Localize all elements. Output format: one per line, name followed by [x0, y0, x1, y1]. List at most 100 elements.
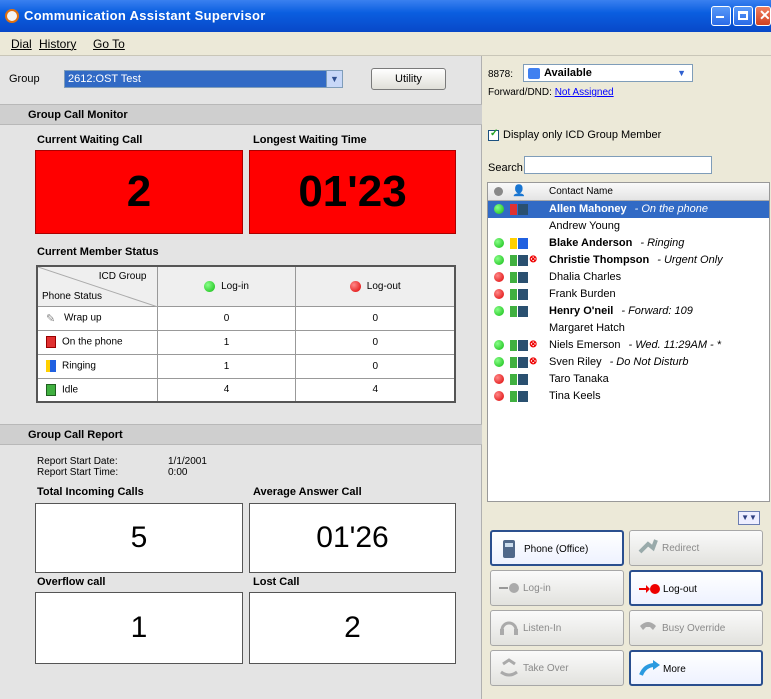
contact-name-header[interactable]: Contact Name — [549, 186, 613, 197]
contact-status-note: - On the phone — [634, 203, 709, 215]
minimize-button[interactable] — [711, 6, 731, 26]
logout-count: 0 — [295, 353, 456, 379]
window-title: Communication Assistant Supervisor — [24, 8, 266, 23]
contact-name: Andrew Young — [549, 220, 620, 232]
more-arrow-icon — [639, 659, 660, 679]
busy-override-icon — [638, 618, 658, 638]
menu-history[interactable]: History — [39, 37, 76, 51]
phone-status-icon — [510, 374, 528, 385]
phone-status-icon: ⊗ — [510, 356, 537, 368]
log-in-button[interactable]: Log-in — [490, 570, 624, 606]
app-logo-icon — [5, 9, 19, 23]
contact-entry: Andrew Young — [549, 220, 620, 232]
contact-row[interactable]: ⊗ Niels Emerson - Wed. 11:29AM - * — [488, 337, 769, 354]
contact-row[interactable]: Frank Burden — [488, 286, 769, 303]
contact-row[interactable]: Tina Keels — [488, 388, 769, 405]
contact-row[interactable]: Andrew Young — [488, 218, 769, 235]
close-button[interactable]: ✕ — [755, 6, 771, 26]
menu-go-to[interactable]: Go To — [93, 37, 125, 51]
contact-list: 👤 Contact Name Allen Mahoney - On the pho… — [487, 182, 770, 502]
busy-override-button[interactable]: Busy Override — [629, 610, 763, 646]
redirect-icon — [638, 538, 658, 558]
online-dot-icon — [204, 280, 216, 292]
online-dot-icon — [494, 340, 504, 350]
phone-office-button[interactable]: Phone (Office) — [490, 530, 624, 566]
row-status-label: Wrap up — [64, 312, 102, 324]
chevron-down-icon[interactable]: ▼ — [326, 71, 342, 87]
checkbox[interactable]: ✓ — [488, 128, 499, 141]
take-over-button[interactable]: Take Over — [490, 650, 624, 686]
redirect-button[interactable]: Redirect — [629, 530, 763, 566]
contact-row[interactable]: Taro Tanaka — [488, 371, 769, 388]
contact-name: Frank Burden — [549, 288, 616, 300]
offline-dot-icon — [349, 280, 361, 292]
forward-dnd-link[interactable]: Not Assigned — [555, 87, 614, 98]
busy-override-label: Busy Override — [662, 623, 726, 634]
online-dot-icon — [494, 357, 504, 367]
log-out-label: Log-out — [663, 584, 697, 595]
presence-icon — [528, 68, 540, 79]
menu-dial[interactable]: Dial — [11, 37, 32, 51]
take-over-label: Take Over — [523, 663, 569, 674]
contact-entry: Henry O'neil - Forward: 109 — [549, 305, 693, 317]
group-select-value: 2612:OST Test — [68, 73, 141, 85]
group-select[interactable]: 2612:OST Test ▼ — [64, 70, 343, 88]
lost-call-label: Lost Call — [253, 576, 300, 588]
status-column-icon — [494, 187, 503, 196]
phone-icon — [500, 539, 520, 559]
phone-status-icon — [510, 289, 528, 300]
idle-icon — [46, 383, 56, 396]
chevron-down-icon[interactable]: ▼ — [677, 68, 686, 78]
group-call-monitor-header: Group Call Monitor — [0, 104, 482, 125]
log-out-button[interactable]: Log-out — [629, 570, 763, 606]
more-button[interactable]: More — [629, 650, 763, 686]
listen-in-label: Listen-In — [523, 623, 562, 634]
icd-member-filter[interactable]: ✓ Display only ICD Group Member — [488, 128, 661, 141]
row-status-label: On the phone — [62, 336, 123, 348]
presence-status-select[interactable]: Available ▼ — [523, 64, 693, 82]
contact-name: Blake Anderson — [549, 237, 633, 249]
contact-row[interactable]: Blake Anderson - Ringing — [488, 235, 769, 252]
contact-row[interactable]: Dhalia Charles — [488, 269, 769, 286]
contact-pane: 8878: Available ▼ Forward/DND: Not Assig… — [483, 56, 771, 699]
icd-group-header: ICD Group — [98, 271, 147, 282]
contact-entry: Dhalia Charles — [549, 271, 621, 283]
report-start-date-value: 1/1/2001 — [168, 456, 207, 467]
member-status-table: ICD Group Phone Status Log-in Log-out ✎ W… — [36, 265, 456, 403]
contact-name: Henry O'neil — [549, 305, 614, 317]
wrap-up-icon: ✎ — [46, 313, 56, 325]
contact-row[interactable]: ⊗ Christie Thompson - Urgent Only — [488, 252, 769, 269]
phone-status-icon — [510, 204, 528, 215]
phone-status-icon: ⊗ — [510, 339, 537, 351]
redirect-label: Redirect — [662, 543, 700, 554]
contact-name: Taro Tanaka — [549, 373, 609, 385]
log-in-icon — [499, 578, 519, 598]
contact-entry: Allen Mahoney - On the phone — [549, 203, 708, 215]
listen-in-button[interactable]: Listen-In — [490, 610, 624, 646]
contact-name: Margaret Hatch — [549, 322, 625, 334]
search-input[interactable] — [524, 156, 712, 174]
phone-status-icon — [510, 391, 528, 402]
contact-row[interactable]: Margaret Hatch — [488, 320, 769, 337]
contact-row[interactable]: ⊗ Sven Riley - Do Not Disturb — [488, 354, 769, 371]
contact-row[interactable]: Henry O'neil - Forward: 109 — [488, 303, 769, 320]
logout-count: 4 — [295, 377, 456, 403]
row-status-label: Ringing — [62, 360, 96, 372]
utility-button[interactable]: Utility — [371, 68, 446, 90]
maximize-button[interactable] — [733, 6, 753, 26]
title-bar: Communication Assistant Supervisor ✕ — [0, 0, 771, 32]
report-start-date-label: Report Start Date: — [37, 456, 118, 467]
phone-status-icon: ⊗ — [510, 254, 537, 266]
login-count: 1 — [156, 353, 297, 379]
overflow-call-label: Overflow call — [37, 576, 106, 588]
menu-bar: Dial History Go To — [0, 32, 771, 56]
contact-status-note: - Ringing — [640, 237, 685, 249]
forward-dnd-label: Forward/DND: — [488, 87, 552, 98]
lost-call-value: 2 — [249, 592, 456, 664]
phone-status-icon — [510, 272, 528, 283]
contact-entry: Sven Riley - Do Not Disturb — [549, 356, 688, 368]
longest-waiting-time-label: Longest Waiting Time — [253, 134, 367, 146]
contact-row[interactable]: Allen Mahoney - On the phone — [488, 201, 769, 218]
collapse-button[interactable]: ▼▼ — [738, 511, 760, 525]
phone-office-label: Phone (Office) — [524, 544, 589, 555]
